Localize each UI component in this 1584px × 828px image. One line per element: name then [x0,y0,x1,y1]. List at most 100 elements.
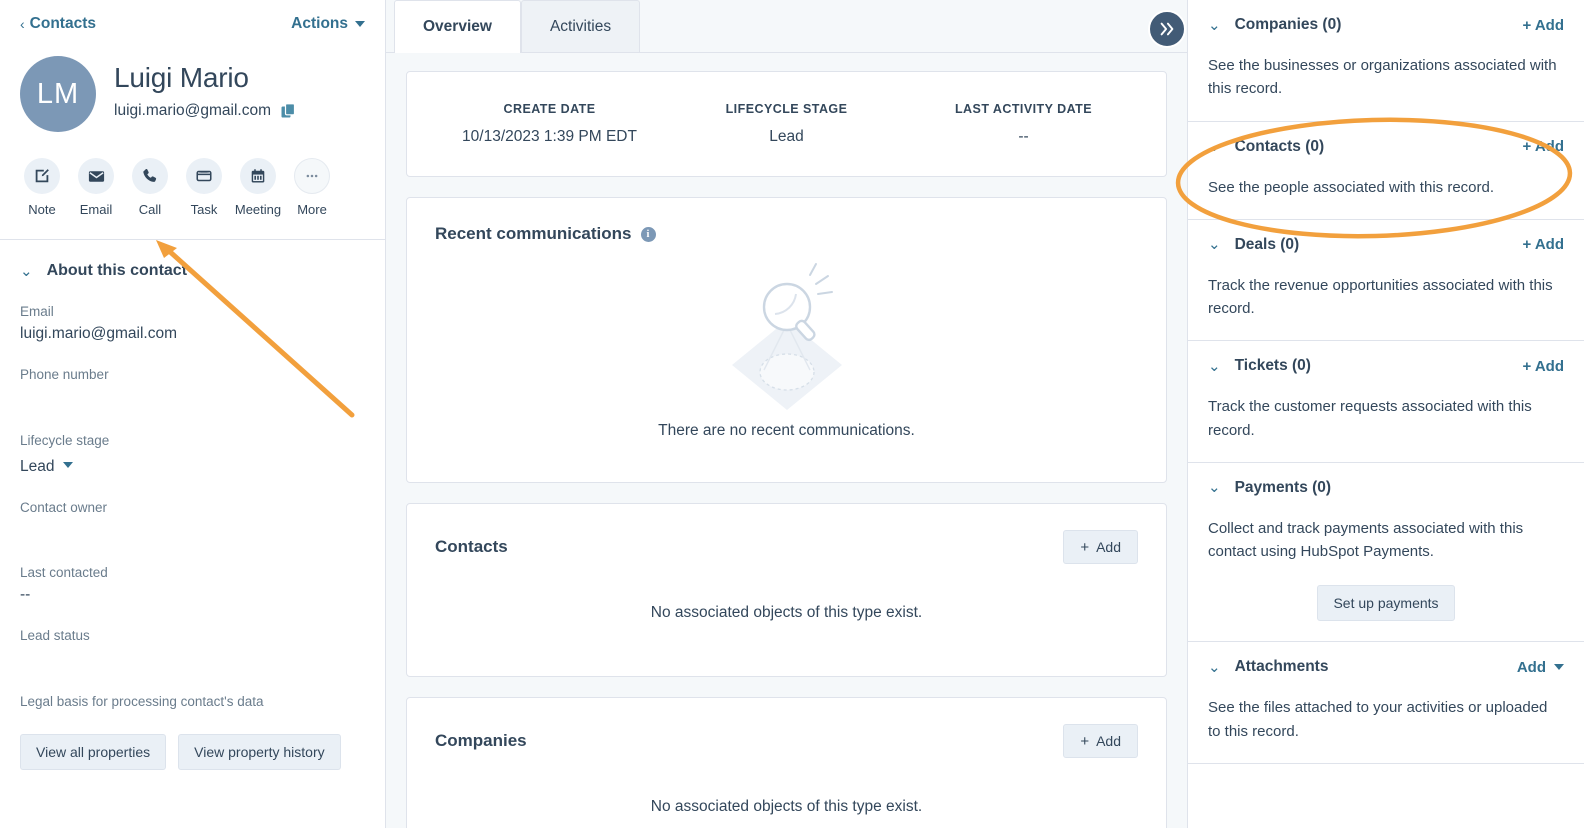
quick-action-label: Task [191,202,218,217]
card-title: Companies [435,731,527,751]
property-label: Lifecycle stage [20,431,365,451]
add-attachment-dropdown[interactable]: Add [1517,659,1564,676]
email-icon [78,158,114,194]
summary-value: Lead [668,128,905,146]
view-all-properties-button[interactable]: View all properties [20,734,166,770]
about-this-contact-section: ⌄ About this contact Email luigi.mario@g… [0,240,385,828]
section-description: See the people associated with this reco… [1208,176,1564,199]
lifecycle-stage-select[interactable]: Lead [20,455,365,476]
property-label: Lead status [20,626,365,646]
right-section-payments: ⌄ Payments (0) Collect and track payment… [1188,463,1584,643]
center-panel: Overview Activities CREATE DATE 10/13/20… [386,0,1188,828]
right-section-deals: ⌄ Deals (0) + Add Track the revenue oppo… [1188,220,1584,342]
property-value[interactable] [20,389,365,409]
section-title: Companies (0) [1235,16,1342,34]
tab-activities[interactable]: Activities [521,0,640,52]
set-up-payments-button[interactable]: Set up payments [1317,585,1454,621]
add-ticket-link[interactable]: + Add [1522,358,1564,375]
property-email: Email luigi.mario@gmail.com [20,302,365,343]
collapse-sidebar-button[interactable] [1148,10,1186,48]
recent-communications-card: Recent communications i There are no [406,197,1167,483]
section-description: See the files attached to your activitie… [1208,696,1564,743]
section-description: Collect and track payments associated wi… [1208,517,1564,564]
section-header: ⌄ Payments (0) [1208,479,1564,497]
property-last-contacted: Last contacted -- [20,563,365,604]
summary-last-activity-date: LAST ACTIVITY DATE -- [905,102,1142,146]
add-button-label: Add [1096,539,1121,555]
quick-action-task[interactable]: Task [182,158,226,217]
chevron-down-icon: ⌄ [1208,660,1221,675]
quick-action-more[interactable]: More [290,158,334,217]
copy-icon[interactable] [281,103,296,119]
add-company-button[interactable]: + Add [1063,724,1138,758]
add-deal-link[interactable]: + Add [1522,236,1564,253]
add-contact-link[interactable]: + Add [1522,138,1564,155]
section-title-row[interactable]: ⌄ Contacts (0) [1208,138,1324,156]
section-header: ⌄ Deals (0) + Add [1208,236,1564,254]
avatar: LM [20,56,96,132]
about-section-toggle[interactable]: ⌄ About this contact [20,262,365,280]
quick-action-email[interactable]: Email [74,158,118,217]
property-contact-owner: Contact owner [20,498,365,541]
left-sidebar: ‹ Contacts Actions LM Luigi Mario luigi.… [0,0,386,828]
add-attachment-label: Add [1517,659,1546,676]
right-sidebar: ⌄ Companies (0) + Add See the businesses… [1188,0,1584,828]
chevron-down-icon: ⌄ [1208,359,1221,374]
property-phone-number: Phone number [20,365,365,408]
property-lifecycle-stage: Lifecycle stage Lead [20,431,365,476]
about-section-title: About this contact [47,262,187,280]
property-label: Last contacted [20,563,365,583]
section-header: ⌄ Companies (0) + Add [1208,16,1564,34]
view-property-history-button[interactable]: View property history [178,734,340,770]
companies-association-card: Companies + Add No associated objects of… [406,697,1167,828]
empty-state-text: There are no recent communications. [658,422,915,440]
property-value[interactable]: luigi.mario@gmail.com [20,325,365,343]
setup-payments-row: Set up payments [1208,585,1564,621]
breadcrumb-label: Contacts [30,15,96,33]
right-section-companies: ⌄ Companies (0) + Add See the businesses… [1188,0,1584,122]
actions-label: Actions [291,15,348,33]
page-title: Luigi Mario [114,62,296,94]
info-icon[interactable]: i [641,227,656,242]
phone-icon [132,158,168,194]
quick-action-note[interactable]: Note [20,158,64,217]
tab-overview[interactable]: Overview [394,0,521,53]
contact-email-row: luigi.mario@gmail.com [114,102,296,120]
summary-create-date: CREATE DATE 10/13/2023 1:39 PM EDT [431,102,668,146]
card-header: Contacts + Add [407,504,1166,564]
chevron-down-icon: ⌄ [1208,139,1221,154]
section-title: Tickets (0) [1235,357,1311,375]
summary-label: LAST ACTIVITY DATE [905,102,1142,116]
contact-identity: LM Luigi Mario luigi.mario@gmail.com [20,56,365,132]
section-title-row[interactable]: ⌄ Deals (0) [1208,236,1299,254]
section-title-row[interactable]: ⌄ Tickets (0) [1208,357,1311,375]
section-description: Track the customer requests associated w… [1208,395,1564,442]
add-company-link[interactable]: + Add [1522,17,1564,34]
card-title: Recent communications [435,224,632,244]
chevron-down-icon: ⌄ [1208,18,1221,33]
section-title-row[interactable]: ⌄ Companies (0) [1208,16,1341,34]
double-chevron-right-icon [1158,20,1176,38]
quick-action-label: Call [139,202,161,217]
property-value[interactable] [20,521,365,541]
property-value[interactable]: -- [20,586,365,604]
quick-action-meeting[interactable]: Meeting [236,158,280,217]
empty-state-text: No associated objects of this type exist… [407,564,1166,676]
actions-dropdown-button[interactable]: Actions [291,15,365,33]
section-title-row[interactable]: ⌄ Payments (0) [1208,479,1331,497]
tab-bar: Overview Activities [386,0,1187,53]
right-section-attachments: ⌄ Attachments Add See the files attached… [1188,642,1584,764]
recent-communications-empty-state: There are no recent communications. [407,244,1166,482]
quick-action-call[interactable]: Call [128,158,172,217]
contact-email: luigi.mario@gmail.com [114,102,271,120]
section-title-row[interactable]: ⌄ Attachments [1208,658,1328,676]
breadcrumb-contacts-link[interactable]: ‹ Contacts [20,15,96,33]
add-contact-button[interactable]: + Add [1063,530,1138,564]
chevron-down-icon [63,462,73,468]
left-sidebar-header: ‹ Contacts Actions LM Luigi Mario luigi.… [0,0,385,239]
summary-value: -- [905,128,1142,146]
record-summary-card: CREATE DATE 10/13/2023 1:39 PM EDT LIFEC… [406,71,1167,177]
chevron-down-icon [355,21,365,27]
ellipsis-icon [294,158,330,194]
property-value[interactable] [20,650,365,670]
